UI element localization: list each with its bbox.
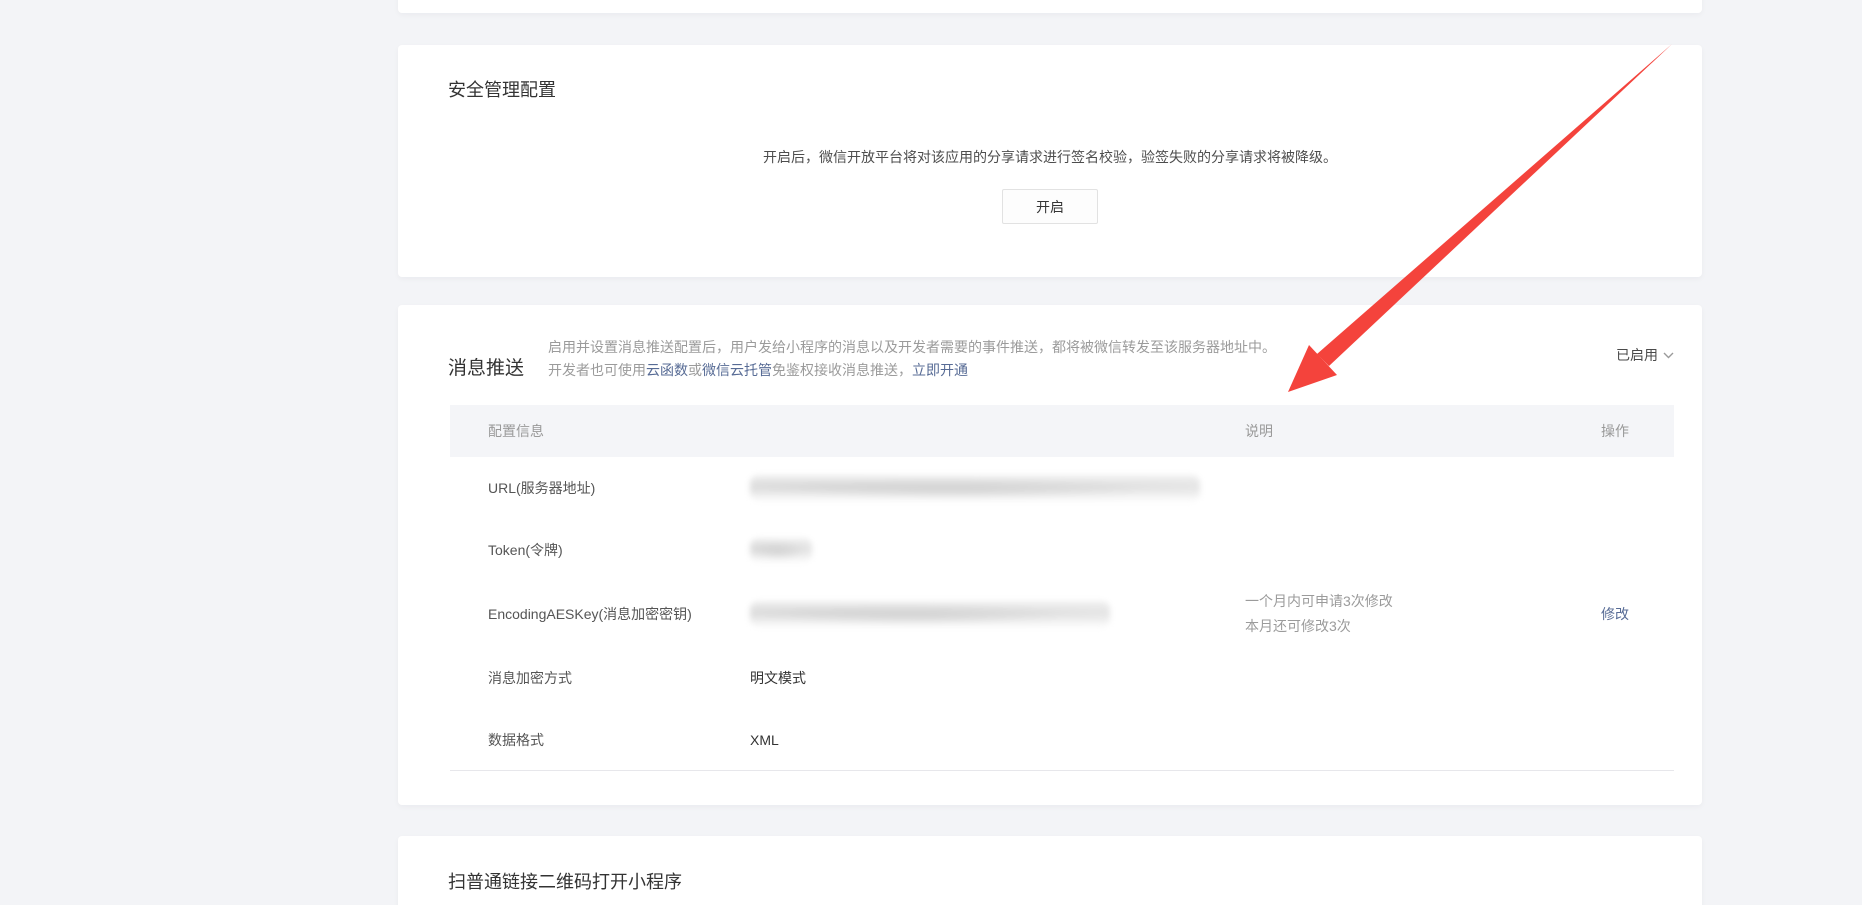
message-push-card: 消息推送 启用并设置消息推送配置后，用户发给小程序的消息以及开发者需要的事件推送… bbox=[398, 305, 1702, 805]
header-action: 操作 bbox=[1601, 421, 1674, 441]
security-card-description: 开启后，微信开放平台将对该应用的分享请求进行签名校验，验签失败的分享请求将被降级… bbox=[398, 147, 1702, 167]
row-label: EncodingAESKey(消息加密密钥) bbox=[450, 604, 750, 624]
activate-now-link[interactable]: 立即开通 bbox=[912, 362, 968, 378]
status-dropdown[interactable]: 已启用 bbox=[1616, 345, 1674, 365]
redacted-url-value bbox=[750, 475, 1200, 501]
qr-card-title: 扫普通链接二维码打开小程序 bbox=[448, 868, 682, 894]
row-label: 数据格式 bbox=[450, 730, 750, 750]
modify-link[interactable]: 修改 bbox=[1601, 606, 1629, 622]
security-card-title: 安全管理配置 bbox=[448, 76, 556, 102]
push-desc-line1: 启用并设置消息推送配置后，用户发给小程序的消息以及开发者需要的事件推送，都将被微… bbox=[548, 336, 1276, 359]
push-desc-prefix: 开发者也可使用 bbox=[548, 362, 646, 378]
push-desc-suffix: 免鉴权接收消息推送， bbox=[772, 362, 912, 378]
table-row-aeskey: EncodingAESKey(消息加密密钥) 一个月内可申请3次修改 本月还可修… bbox=[450, 581, 1674, 647]
header-config-info: 配置信息 bbox=[450, 421, 750, 441]
cloud-function-link[interactable]: 云函数 bbox=[646, 362, 688, 378]
table-row-data-format: 数据格式 XML bbox=[450, 709, 1674, 771]
message-push-description: 启用并设置消息推送配置后，用户发给小程序的消息以及开发者需要的事件推送，都将被微… bbox=[548, 336, 1276, 382]
redacted-aeskey-value bbox=[750, 601, 1110, 627]
enable-button[interactable]: 开启 bbox=[1002, 189, 1098, 224]
cloud-hosting-link[interactable]: 微信云托管 bbox=[702, 362, 772, 378]
security-config-card: 安全管理配置 开启后，微信开放平台将对该应用的分享请求进行签名校验，验签失败的分… bbox=[398, 45, 1702, 277]
table-row-url: URL(服务器地址) bbox=[450, 457, 1674, 519]
qr-link-card: 扫普通链接二维码打开小程序 bbox=[398, 836, 1702, 905]
row-label: 消息加密方式 bbox=[450, 668, 750, 688]
message-push-title: 消息推送 bbox=[448, 353, 524, 380]
row-label: Token(令牌) bbox=[450, 540, 750, 560]
status-label: 已启用 bbox=[1616, 345, 1658, 365]
previous-card-bottom bbox=[398, 0, 1702, 13]
row-label: URL(服务器地址) bbox=[450, 478, 750, 498]
chevron-down-icon bbox=[1663, 352, 1674, 359]
header-note: 说明 bbox=[1245, 419, 1601, 444]
config-table: 配置信息 说明 操作 URL(服务器地址) Token(令牌) Encoding… bbox=[450, 405, 1674, 771]
push-desc-line2: 开发者也可使用云函数或微信云托管免鉴权接收消息推送，立即开通 bbox=[548, 359, 1276, 382]
push-desc-or: 或 bbox=[688, 362, 702, 378]
row-value: 明文模式 bbox=[750, 668, 1245, 688]
note-line2: 本月还可修改3次 bbox=[1245, 614, 1601, 639]
redacted-token-value bbox=[750, 538, 812, 562]
table-row-token: Token(令牌) bbox=[450, 519, 1674, 581]
aeskey-note: 一个月内可申请3次修改 本月还可修改3次 bbox=[1245, 589, 1601, 639]
row-value: XML bbox=[750, 732, 1245, 748]
note-line1: 一个月内可申请3次修改 bbox=[1245, 589, 1601, 614]
table-row-encrypt-mode: 消息加密方式 明文模式 bbox=[450, 647, 1674, 709]
table-header-row: 配置信息 说明 操作 bbox=[450, 405, 1674, 457]
